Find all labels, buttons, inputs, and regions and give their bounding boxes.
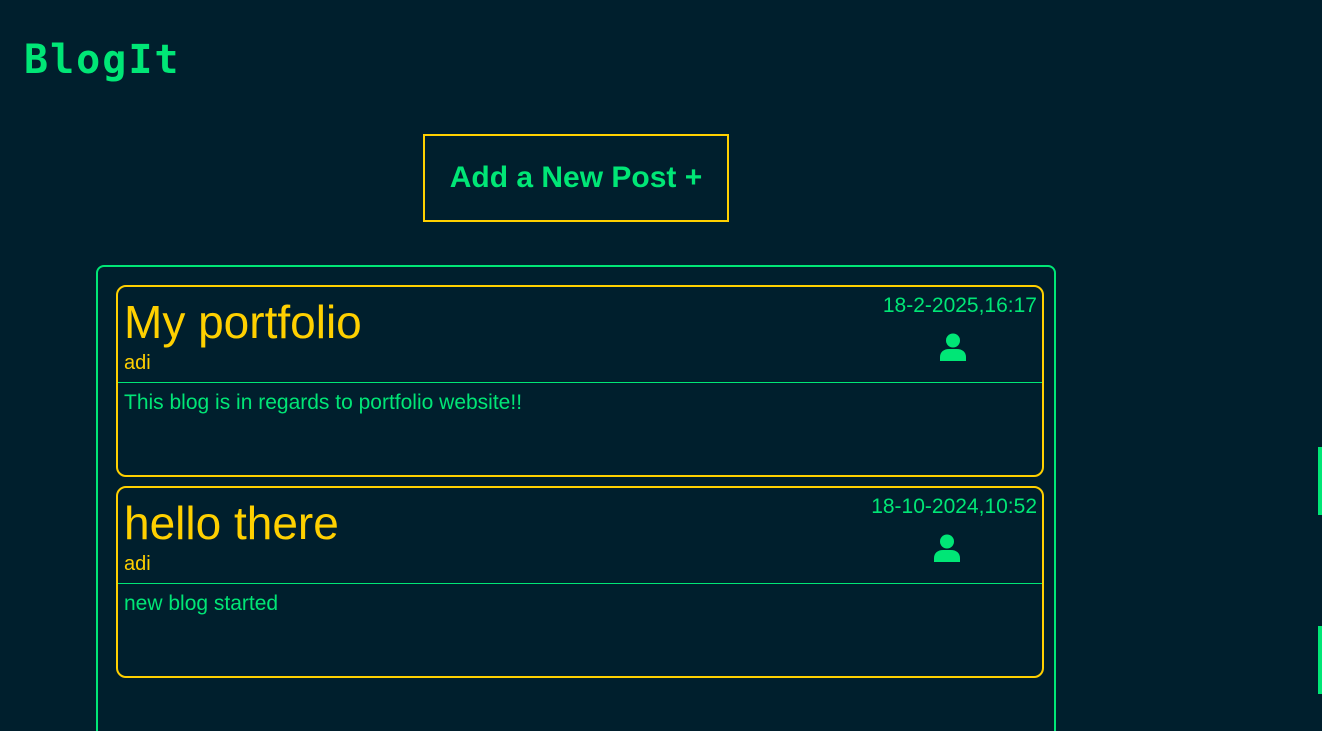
post-body: This blog is in regards to portfolio web… [124, 391, 523, 414]
post-author: adi [124, 553, 151, 575]
post-header: My portfolio adi 18-2-2025,16:17 [118, 287, 1042, 383]
app-logo[interactable]: BlogIt [24, 40, 181, 80]
edge-indicator [1318, 626, 1322, 694]
user-icon[interactable] [940, 333, 966, 361]
user-icon[interactable] [934, 534, 960, 562]
page: BlogIt Add a New Post + My portfolio adi… [0, 0, 1322, 731]
post-date: 18-10-2024,10:52 [871, 495, 1037, 518]
post-date: 18-2-2025,16:17 [882, 294, 1037, 317]
post-card[interactable]: hello there adi 18-10-2024,10:52 new blo… [116, 486, 1044, 678]
post-header: hello there adi 18-10-2024,10:52 [118, 488, 1042, 584]
add-new-post-button[interactable]: Add a New Post + [423, 134, 729, 222]
posts-feed: My portfolio adi 18-2-2025,16:17 This bl… [96, 265, 1056, 731]
post-title[interactable]: My portfolio [124, 295, 362, 349]
post-author: adi [124, 352, 151, 374]
post-body: new blog started [124, 592, 279, 615]
post-title[interactable]: hello there [124, 496, 339, 550]
edge-indicator [1318, 447, 1322, 515]
post-card[interactable]: My portfolio adi 18-2-2025,16:17 This bl… [116, 285, 1044, 477]
